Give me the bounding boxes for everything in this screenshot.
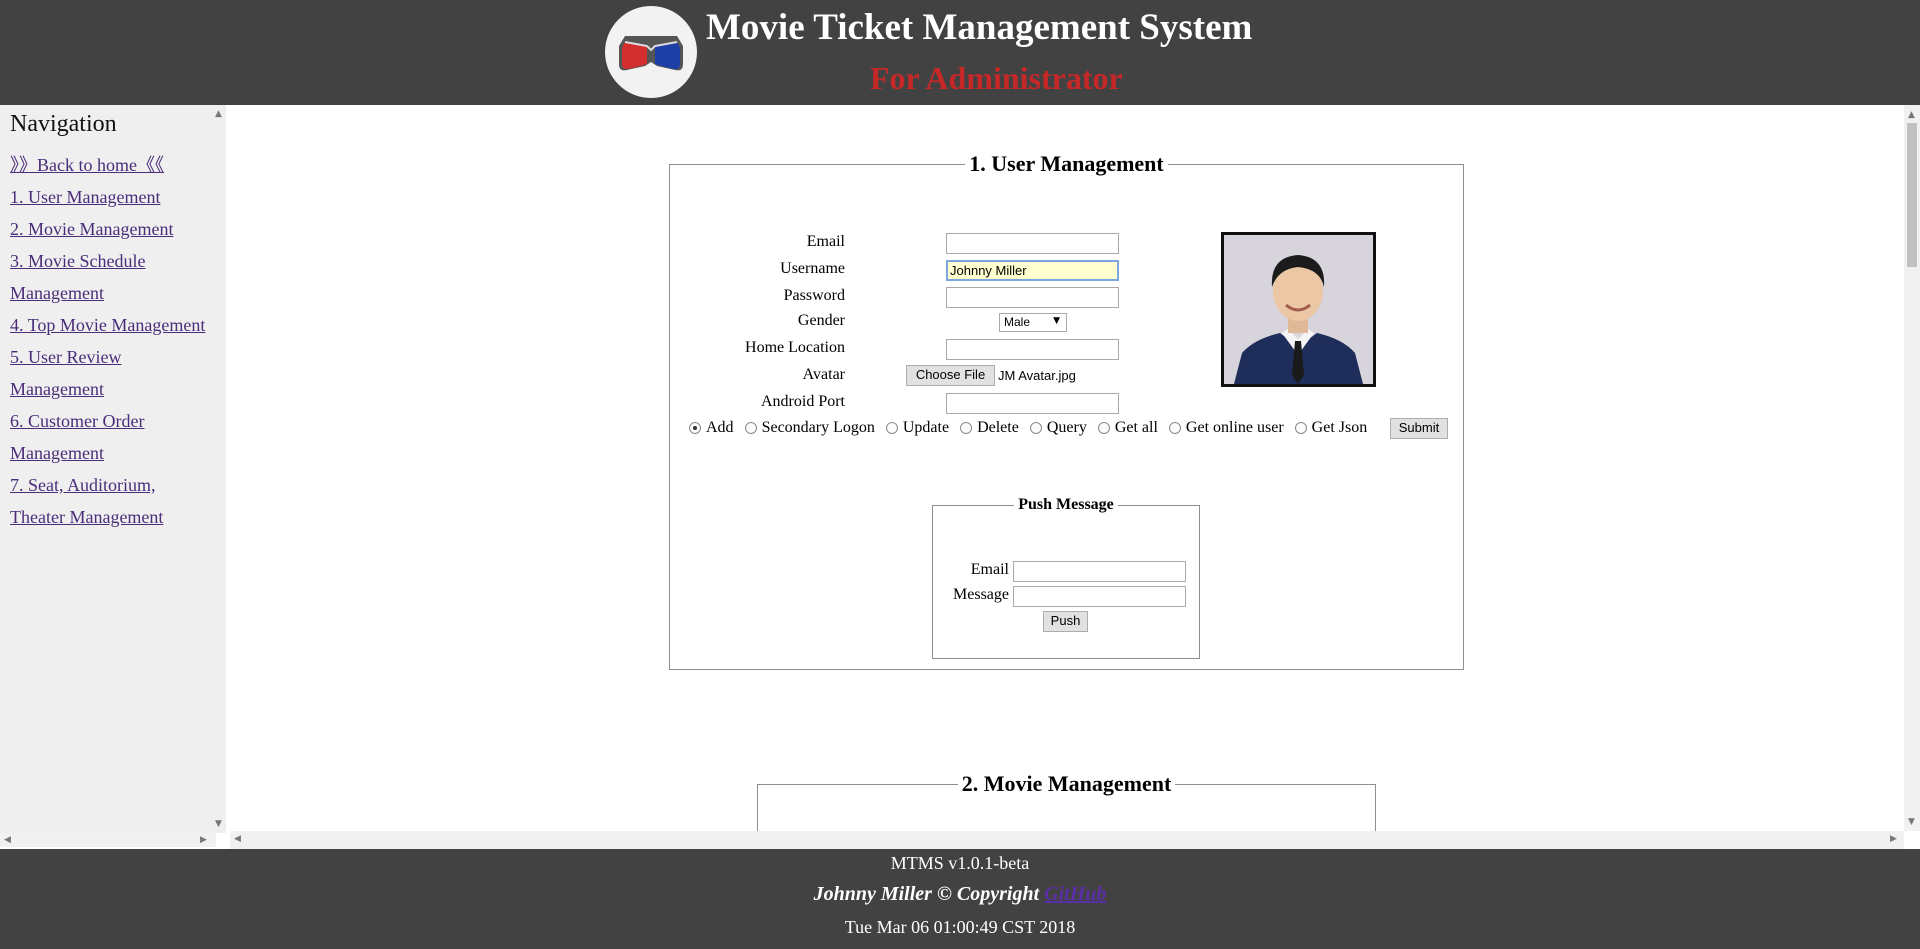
android-port-label: Android Port [761, 393, 845, 410]
github-link[interactable]: GitHub [1044, 883, 1106, 905]
email-label: Email [806, 233, 845, 250]
scroll-down-arrow-icon[interactable]: ▼ [1908, 817, 1915, 827]
radio-label: Get Json [1311, 419, 1368, 436]
push-email-label: Email [970, 561, 1009, 578]
nav-link-top-movie[interactable]: 4. Top Movie Management [10, 309, 210, 341]
nav-link-seat-auditorium-theater[interactable]: 7. Seat, Auditorium, Theater Management [10, 469, 210, 533]
submit-button[interactable]: Submit [1390, 418, 1448, 439]
scroll-left-arrow-icon[interactable]: ◀ [234, 834, 241, 844]
copyright-text: Johnny Miller © Copyright [813, 883, 1040, 905]
radio-button[interactable] [1097, 422, 1110, 434]
radio-secondary-logon[interactable]: Secondary Logon [744, 419, 875, 437]
action-radio-group: Add Secondary Logon Update Delete Query … [689, 419, 1370, 439]
avatar-photo [1221, 232, 1376, 387]
radio-get-json[interactable]: Get Json [1294, 419, 1368, 437]
radio-button[interactable] [960, 422, 973, 434]
radio-label: Get all [1114, 419, 1158, 436]
nav-link-user-management[interactable]: 1. User Management [10, 181, 210, 213]
gender-select[interactable]: Male ▼ [999, 313, 1067, 332]
username-input[interactable] [946, 260, 1119, 281]
radio-button[interactable] [1029, 422, 1042, 434]
push-email-input[interactable] [1013, 561, 1186, 582]
password-label: Password [783, 287, 845, 304]
scroll-up-arrow-icon[interactable]: ▲ [215, 109, 222, 119]
password-input[interactable] [946, 287, 1119, 308]
sidebar-vertical-scrollbar[interactable]: ▲ ▼ [212, 105, 226, 833]
avatar-label: Avatar [802, 366, 845, 383]
nav-heading: Navigation [10, 111, 117, 137]
radio-get-all[interactable]: Get all [1097, 419, 1158, 437]
push-message-input[interactable] [1013, 586, 1186, 607]
sidebar: Navigation 》》Back to home《《 1. User Mana… [0, 105, 226, 847]
home-location-label: Home Location [745, 339, 845, 356]
radio-label: Secondary Logon [761, 419, 875, 436]
radio-label: Update [902, 419, 950, 436]
copyright-line: Johnny Miller © Copyright GitHub [0, 883, 1920, 906]
radio-button[interactable] [689, 422, 701, 434]
push-message-legend: Push Message [1018, 496, 1114, 513]
datetime-text: Tue Mar 06 01:00:49 CST 2018 [844, 917, 1076, 937]
radio-button[interactable] [744, 422, 757, 434]
radio-label: Query [1046, 419, 1087, 436]
radio-add[interactable]: Add [689, 419, 734, 437]
page-header: Movie Ticket Management System For Admin… [0, 0, 1920, 105]
radio-query[interactable]: Query [1029, 419, 1087, 437]
user-management-legend: 1. User Management [969, 151, 1164, 176]
movie-management-legend: 2. Movie Management [961, 771, 1172, 796]
radio-update[interactable]: Update [885, 419, 950, 437]
radio-label: Delete [977, 419, 1019, 436]
page-footer: MTMS v1.0.1-beta Johnny Miller © Copyrig… [0, 849, 1920, 949]
push-button[interactable]: Push [1043, 611, 1088, 632]
nav-link-movie-management[interactable]: 2. Movie Management [10, 213, 210, 245]
nav-link-user-review[interactable]: 5. User Review Management [10, 341, 210, 405]
radio-button[interactable] [885, 422, 898, 434]
radio-get-online-user[interactable]: Get online user [1168, 419, 1284, 437]
scroll-down-arrow-icon[interactable]: ▼ [215, 819, 222, 829]
radio-label: Add [706, 419, 734, 436]
chevron-down-icon: ▼ [1053, 316, 1060, 326]
scrollbar-thumb[interactable] [1907, 123, 1917, 267]
nav-link-customer-order[interactable]: 6. Customer Order Management [10, 405, 210, 469]
avatar-file-name: JM Avatar.jpg [998, 368, 1076, 383]
sidebar-horizontal-scrollbar[interactable]: ◀ ▶ [0, 833, 216, 847]
home-location-input[interactable] [946, 339, 1119, 360]
nav-link-back-home[interactable]: 》》Back to home《《 [10, 149, 210, 181]
radio-delete[interactable]: Delete [960, 419, 1019, 437]
radio-label: Get online user [1185, 419, 1284, 436]
username-label: Username [780, 260, 845, 277]
gender-select-value: Male [1004, 315, 1031, 329]
app-subtitle: For Administrator [870, 60, 1123, 96]
version-text: MTMS v1.0.1-beta [890, 853, 1030, 873]
push-message-label: Message [953, 586, 1009, 603]
main-vertical-scrollbar[interactable]: ▲ ▼ [1904, 105, 1920, 831]
scroll-up-arrow-icon[interactable]: ▲ [1908, 110, 1915, 120]
gender-label: Gender [797, 312, 845, 329]
main-horizontal-scrollbar[interactable]: ◀ ▶ [230, 831, 1904, 847]
email-input[interactable] [946, 233, 1119, 254]
scroll-right-arrow-icon[interactable]: ▶ [200, 835, 207, 845]
android-port-input[interactable] [946, 393, 1119, 414]
radio-button[interactable] [1294, 422, 1307, 434]
scroll-left-arrow-icon[interactable]: ◀ [4, 835, 11, 845]
scroll-right-arrow-icon[interactable]: ▶ [1890, 834, 1897, 844]
radio-button[interactable] [1168, 422, 1181, 434]
nav-link-movie-schedule[interactable]: 3. Movie Schedule Management [10, 245, 210, 309]
choose-file-button[interactable]: Choose File [906, 365, 995, 386]
3d-glasses-icon [605, 6, 697, 98]
nav-list: 》》Back to home《《 1. User Management 2. M… [10, 149, 210, 533]
app-title: Movie Ticket Management System [706, 7, 1253, 48]
